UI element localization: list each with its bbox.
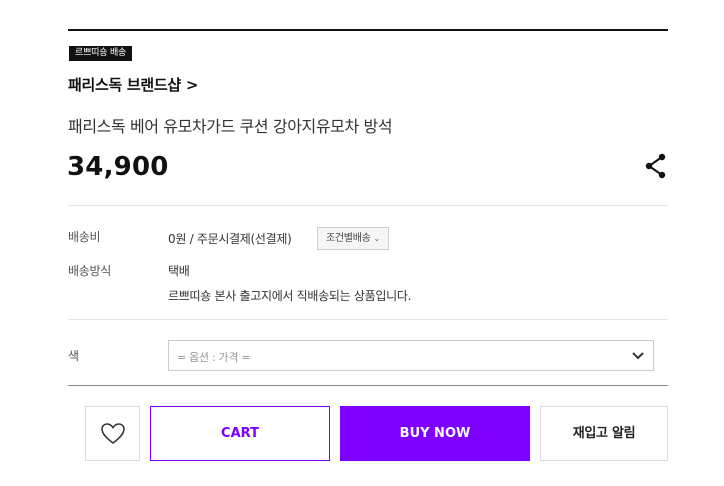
shipping-method-label: 배송방식 (68, 264, 111, 278)
delivery-badge: 르쁘띠숑 배송 (69, 46, 133, 61)
cart-button[interactable]: CART (150, 406, 330, 461)
brand-shop-link[interactable]: 패리스독 브랜드샵 > (68, 74, 198, 95)
wishlist-button[interactable] (85, 406, 140, 461)
heart-icon (101, 423, 125, 444)
shipping-fee-label: 배송비 (68, 230, 101, 244)
top-divider (68, 29, 668, 31)
section-divider (68, 385, 668, 386)
buy-now-button[interactable]: BUY NOW (340, 406, 530, 461)
section-divider (68, 319, 668, 320)
product-title: 패리스독 베어 유모차가드 쿠션 강아지유모차 방석 (68, 117, 393, 136)
shipping-method-note: 르쁘띠숑 본사 출고지에서 직배송되는 상품입니다. (168, 289, 412, 303)
section-divider (68, 205, 668, 206)
conditional-shipping-label: 조건별배송 (326, 233, 371, 244)
conditional-shipping-button[interactable]: 조건별배송 ⌄ (317, 227, 389, 250)
chevron-down-icon (632, 352, 644, 360)
option-color-label: 색 (68, 349, 79, 363)
share-icon[interactable] (643, 153, 669, 179)
restock-alert-button[interactable]: 재입고 알림 (540, 406, 668, 461)
shipping-method-value: 택배 (168, 264, 190, 278)
product-price: 34,900 (67, 152, 169, 182)
chevron-down-icon: ⌄ (373, 234, 381, 243)
option-select[interactable]: = 옵션 : 가격 = (168, 340, 654, 371)
shipping-fee-value: 0원 / 주문시결제(선결제) (168, 232, 292, 246)
option-select-placeholder: = 옵션 : 가격 = (177, 351, 251, 364)
